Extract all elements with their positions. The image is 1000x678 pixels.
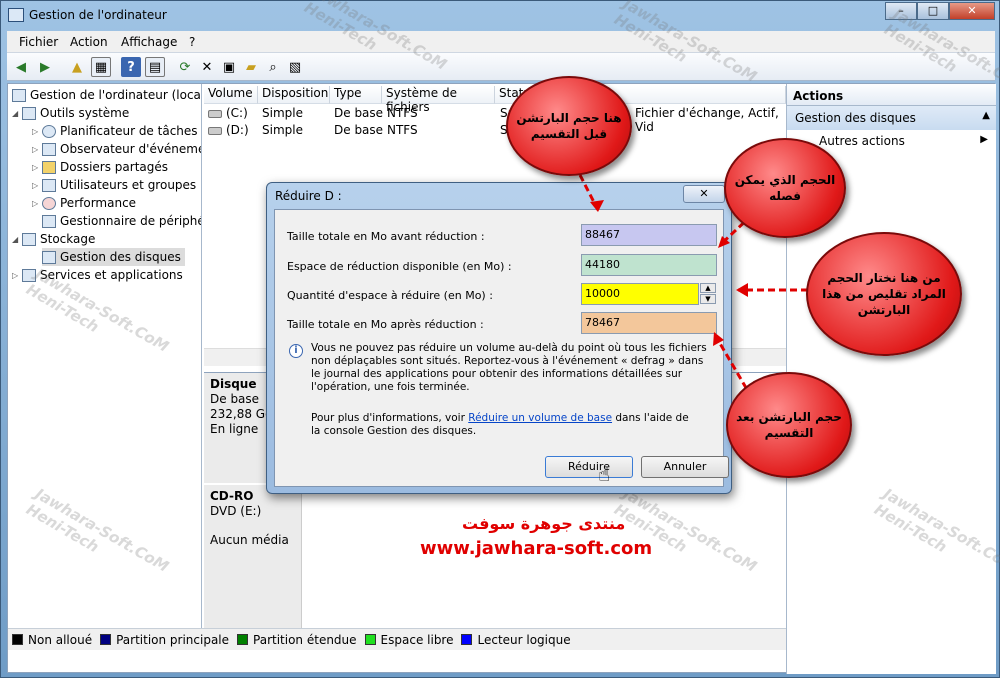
- callout-before: هنا حجم البارتشن قبل التقسيم: [506, 76, 632, 176]
- brand-arabic: منتدى جوهرة سوفت: [462, 514, 626, 533]
- callout-available: الحجم الذي يمكن فصله: [724, 138, 846, 238]
- callout-after: حجم البارتشن بعد التقسيم: [726, 372, 852, 478]
- brand-url: www.jawhara-soft.com: [420, 538, 653, 559]
- callout-choose: من هنا نختار الحجم المراد تقليص من هذا ا…: [806, 232, 962, 356]
